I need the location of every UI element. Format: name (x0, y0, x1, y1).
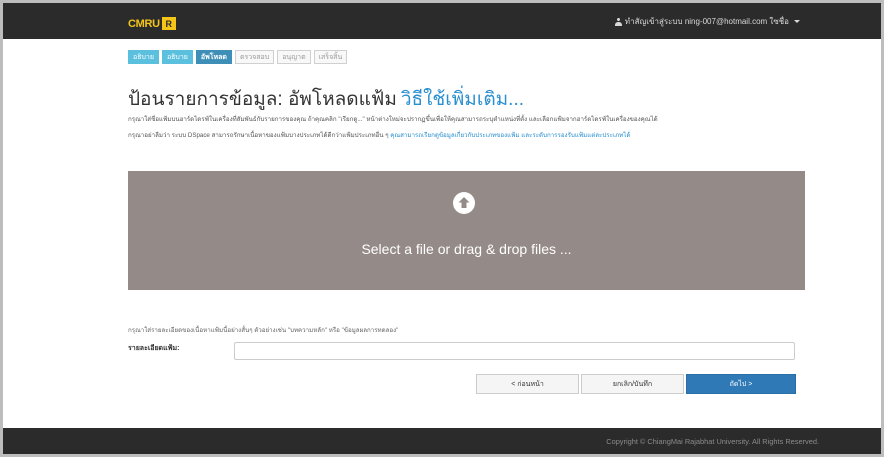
step-license: อนุญาต (277, 50, 311, 64)
next-button[interactable]: ถัดไป > (686, 374, 796, 394)
step-upload[interactable]: อัพโหลด (195, 50, 232, 64)
instructions-line-2: กรุณาอย่าลืมว่า ระบบ DSpace สามารถรักษาเ… (128, 130, 828, 140)
step-verify: ตรวจสอบ (234, 50, 275, 64)
submission-steps: อธิบาย อธิบาย อัพโหลด ตรวจสอบ อนุญาต เสร… (128, 50, 348, 64)
footer: Copyright © ChiangMai Rajabhat Universit… (3, 428, 881, 454)
chevron-down-icon (794, 20, 800, 23)
user-menu-label: ทำสัญเข้าสู่ระบบ ning-007@hotmail.com ใซ… (624, 17, 789, 26)
description-hint: กรุณาใส่รายละเอียดของเนื้อหาแฟ้มนี้อย่าง… (128, 327, 399, 334)
logo-text: CMRU (128, 17, 160, 30)
file-formats-link[interactable]: คุณสามารถเรียกดูข้อมูลเกี่ยวกับประเภทของ… (390, 132, 630, 139)
file-description-input[interactable] (234, 342, 795, 360)
copyright-text: Copyright © ChiangMai Rajabhat Universit… (606, 437, 819, 446)
user-icon (614, 17, 622, 26)
help-link[interactable]: วิธีใช้เพิ่มเติม... (401, 89, 524, 110)
top-navbar: CMRU R ทำสัญเข้าสู่ระบบ ning-007@hotmail… (3, 3, 881, 39)
step-describe-2[interactable]: อธิบาย (161, 50, 193, 64)
upload-arrow-icon[interactable] (453, 192, 475, 214)
site-logo[interactable]: CMRU R (128, 16, 176, 31)
page-title: ป้อนรายการข้อมูล: อัพโหลดแฟ้ม วิธีใช้เพิ่… (128, 84, 524, 114)
dropzone-text: Select a file or drag & drop files ... (361, 241, 572, 257)
file-dropzone[interactable]: Select a file or drag & drop files ... (128, 171, 805, 290)
logo-mark: R (161, 17, 176, 30)
previous-button[interactable]: < ก่อนหน้า (476, 374, 579, 394)
user-menu[interactable]: ทำสัญเข้าสู่ระบบ ning-007@hotmail.com ใซ… (614, 15, 800, 28)
cancel-save-button[interactable]: ยกเลิก/บันทึก (581, 374, 684, 394)
instructions-line-2-text: กรุณาอย่าลืมว่า ระบบ DSpace สามารถรักษาเ… (128, 132, 389, 139)
description-label: รายละเอียดแฟ้ม: (128, 345, 180, 352)
step-describe-1[interactable]: อธิบาย (128, 50, 159, 64)
step-complete: เสร็จสิ้น (313, 50, 348, 64)
instructions-line-1: กรุณาใส่ชื่อแฟ้มบนฮาร์ดไดรฟ์ในเครื่องที่… (128, 116, 658, 123)
page-title-text: ป้อนรายการข้อมูล: อัพโหลดแฟ้ม (128, 89, 397, 110)
